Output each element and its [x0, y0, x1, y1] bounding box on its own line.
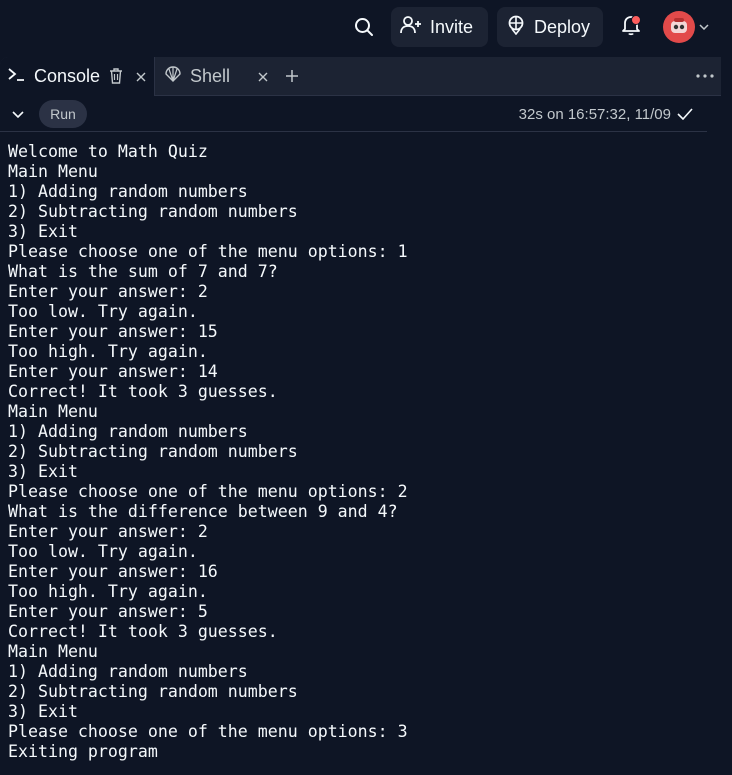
trash-icon[interactable]: [108, 68, 124, 84]
console-line: Please choose one of the menu options: 2: [8, 482, 408, 501]
console-line: Enter your answer: 14: [8, 362, 218, 381]
console-line: 1) Adding random numbers: [8, 662, 248, 681]
console-line: 3) Exit: [8, 462, 78, 481]
console-line: Enter your answer: 15: [8, 322, 218, 341]
console-line: Exiting program: [8, 742, 158, 761]
search-icon[interactable]: [347, 10, 381, 44]
run-button[interactable]: Run: [39, 100, 87, 128]
console-line: Please choose one of the menu options: 1: [8, 242, 408, 261]
deploy-icon: [506, 15, 526, 40]
console-line: Enter your answer: 5: [8, 602, 208, 621]
plus-icon[interactable]: [280, 64, 304, 88]
console-line: Enter your answer: 2: [8, 282, 208, 301]
tab-console[interactable]: Console: [0, 57, 155, 96]
add-user-icon: [400, 15, 422, 40]
scrollbar[interactable]: [707, 96, 721, 775]
tab-shell-label: Shell: [190, 66, 231, 86]
console-line: 2) Subtracting random numbers: [8, 202, 298, 221]
console-line: 3) Exit: [8, 222, 78, 241]
console-output: Welcome to Math Quiz Main Menu 1) Adding r…: [8, 142, 703, 762]
console-line: What is the difference between 9 and 4?: [8, 502, 398, 521]
run-bar: Run 32s on 16:57:32, 11/09: [0, 96, 707, 132]
invite-button[interactable]: Invite: [391, 7, 488, 47]
more-icon[interactable]: [692, 64, 718, 88]
console-line: Main Menu: [8, 402, 98, 421]
chevron-down-icon[interactable]: [697, 20, 711, 34]
console-line: What is the sum of 7 and 7?: [8, 262, 278, 281]
console-line: Too low. Try again.: [8, 302, 198, 321]
console-line: Too low. Try again.: [8, 542, 198, 561]
deploy-button[interactable]: Deploy: [497, 7, 603, 47]
run-status: 32s on 16:57:32, 11/09: [518, 106, 671, 123]
notification-dot: [631, 15, 641, 25]
notifications-button[interactable]: [615, 11, 647, 43]
console-line: Too high. Try again.: [8, 342, 208, 361]
console-line: Enter your answer: 16: [8, 562, 218, 581]
console-line: 3) Exit: [8, 702, 78, 721]
invite-label: Invite: [430, 16, 474, 37]
console-line: Main Menu: [8, 642, 98, 661]
tab-bar: Console Shell: [0, 57, 721, 96]
deploy-label: Deploy: [534, 16, 591, 37]
console-panel: Console Shell Run 32s on 16:57:32, 11/09…: [0, 57, 721, 775]
console-line: Main Menu: [8, 162, 98, 181]
check-icon: [676, 105, 694, 123]
console-line: Welcome to Math Quiz: [8, 142, 208, 161]
console-line: Correct! It took 3 guesses.: [8, 382, 278, 401]
console-line: 2) Subtracting random numbers: [8, 442, 298, 461]
avatar[interactable]: [663, 11, 695, 43]
shell-icon: [164, 65, 182, 88]
tab-console-label: Console: [34, 66, 101, 86]
console-line: Correct! It took 3 guesses.: [8, 622, 278, 641]
top-bar: Invite Deploy: [0, 0, 732, 56]
close-icon[interactable]: [256, 70, 270, 84]
console-line: 1) Adding random numbers: [8, 182, 248, 201]
tab-shell[interactable]: Shell: [156, 57, 276, 96]
console-area[interactable]: Run 32s on 16:57:32, 11/09 Welcome to Ma…: [0, 96, 721, 775]
terminal-icon: [8, 66, 28, 87]
console-line: Please choose one of the menu options: 3: [8, 722, 408, 741]
console-line: Enter your answer: 2: [8, 522, 208, 541]
console-line: Too high. Try again.: [8, 582, 208, 601]
chevron-down-icon[interactable]: [9, 106, 27, 124]
console-line: 1) Adding random numbers: [8, 422, 248, 441]
console-line: 2) Subtracting random numbers: [8, 682, 298, 701]
close-icon[interactable]: [134, 70, 148, 84]
